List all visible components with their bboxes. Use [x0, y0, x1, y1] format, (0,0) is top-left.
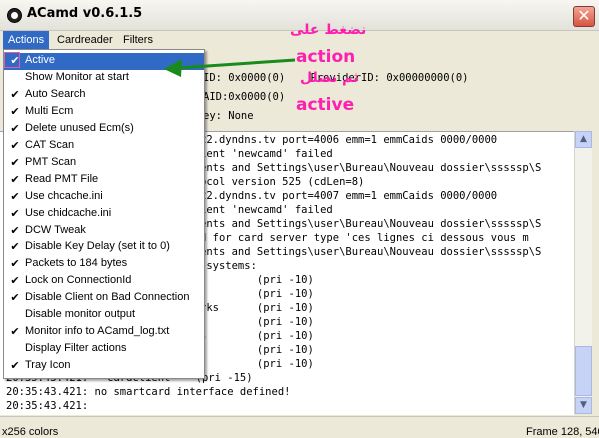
log-line: ents and Settings\user\Bureau\Nouveau do…: [200, 162, 542, 174]
actions-menu-item[interactable]: ✔ Tray Icon: [4, 358, 204, 375]
log-line: (pri -10): [200, 358, 314, 370]
checkmark-icon: ✔: [10, 207, 20, 220]
actions-menu-item[interactable]: ✔ Delete unused Ecm(s): [4, 121, 204, 138]
actions-menu-item-label: Use chcache.ini: [25, 189, 103, 202]
app-icon[interactable]: [7, 8, 22, 23]
annotation-line1: نضغط على: [290, 22, 367, 38]
log-line: (pri -10): [200, 274, 314, 286]
actions-menu-item-label: Disable monitor output: [25, 308, 136, 321]
scroll-thumb[interactable]: [575, 346, 592, 396]
actions-menu-item[interactable]: ✔ Packets to 184 bytes: [4, 256, 204, 273]
checkmark-icon: ✔: [10, 241, 20, 254]
actions-menu-item-label: CAT Scan: [25, 138, 75, 151]
status-frame: Frame 128, 540: [526, 426, 599, 438]
actions-menu-item[interactable]: ✔ Use chidcache.ini: [4, 206, 204, 223]
actions-dropdown: ✔ Active Show Monitor at start ✔ Auto Search…: [3, 49, 205, 379]
close-button[interactable]: ✕: [573, 6, 595, 27]
actions-menu-item-label: Multi Ecm: [25, 104, 74, 117]
actions-menu-item[interactable]: ✔ Disable Client on Bad Connection: [4, 290, 204, 307]
menu-cardreader[interactable]: Cardreader: [52, 31, 118, 49]
log-line: ents and Settings\user\Bureau\Nouveau do…: [200, 218, 542, 230]
annotation-arrow: [164, 58, 296, 77]
actions-menu-item[interactable]: ✔ Auto Search: [4, 87, 204, 104]
log-line: s (pri -10): [200, 330, 314, 342]
checkmark-icon: ✔: [10, 88, 20, 101]
menu-filters[interactable]: Filters: [118, 31, 158, 49]
actions-menu-item-label: DCW Tweak: [25, 223, 86, 236]
actions-menu-item-label: Packets to 184 bytes: [25, 257, 128, 270]
actions-menu-item-label: Delete unused Ecm(s): [25, 121, 134, 134]
actions-menu-item-label: Display Filter actions: [25, 342, 127, 355]
actions-menu-item[interactable]: ✔ PMT Scan: [4, 155, 204, 172]
status-bar: x256 colors Frame 128, 540: [0, 416, 599, 438]
actions-menu-item-label: Show Monitor at start: [25, 70, 129, 83]
actions-menu-item[interactable]: ✔ Use chcache.ini: [4, 189, 204, 206]
checkmark-icon: ✔: [10, 156, 20, 169]
log-line: rks (pri -10): [200, 302, 314, 314]
actions-menu-item-label: Auto Search: [25, 87, 86, 100]
log-line: (pri -10): [200, 344, 314, 356]
actions-menu-item[interactable]: ✔ CAT Scan: [4, 138, 204, 155]
checkmark-icon: ✔: [10, 275, 20, 288]
menu-actions[interactable]: Actions: [3, 31, 50, 49]
log-line: (pri -10): [200, 288, 314, 300]
checkmark-icon: ✔: [10, 292, 20, 305]
actions-menu-item-label: Disable Client on Bad Connection: [25, 291, 190, 304]
log-line: d for card server type 'ces lignes ci de…: [200, 232, 529, 244]
actions-menu-item[interactable]: Display Filter actions: [4, 341, 204, 358]
checkmark-icon: ✔: [10, 190, 20, 203]
log-line: ents and Settings\user\Bureau\Nouveau do…: [200, 246, 542, 258]
checkmark-icon: ✔: [10, 224, 20, 237]
log-line: (pri -10): [200, 316, 314, 328]
scroll-up-button[interactable]: ▲: [575, 131, 592, 148]
log-line: ient 'newcamd' failed: [200, 148, 333, 160]
actions-menu-item[interactable]: ✔ Multi Ecm: [4, 104, 204, 121]
checkmark-icon: ✔: [10, 258, 20, 271]
log-scrollbar[interactable]: ▲ ▼: [574, 131, 592, 414]
annotation-line3: ثم نضلل: [300, 70, 359, 86]
actions-menu-item[interactable]: ✔ DCW Tweak: [4, 223, 204, 240]
log-line: 20:35:43.421: no smartcard interface def…: [6, 386, 291, 398]
log-line: ient 'newcamd' failed: [200, 204, 333, 216]
window-title: ACamd v0.6.1.5: [27, 6, 143, 21]
actions-menu-item-label: Tray Icon: [25, 359, 71, 372]
checkmark-icon: ✔: [10, 122, 20, 135]
actions-menu-item-label: Active: [25, 54, 55, 66]
log-line: 20:35:43.421:: [6, 400, 89, 412]
annotation-line4: active: [296, 95, 355, 115]
actions-menu-item[interactable]: ✔ Disable Key Delay (set it to 0): [4, 239, 204, 256]
checkmark-icon: ✔: [10, 139, 20, 152]
log-line: systems:: [200, 260, 257, 272]
checkmark-icon: ✔: [10, 326, 20, 339]
highlight-box: [4, 52, 20, 68]
actions-menu-item-label: Read PMT File: [25, 172, 99, 185]
actions-menu-item-label: Use chidcache.ini: [25, 206, 112, 219]
actions-menu-item-label: Monitor info to ACamd_log.txt: [25, 325, 170, 338]
actions-menu-item-label: PMT Scan: [25, 155, 77, 168]
actions-menu-item[interactable]: Disable monitor output: [4, 307, 204, 324]
log-line: ocol version 525 (cdLen=8): [200, 176, 365, 188]
log-line: 22.dyndns.tv port=4006 emm=1 emmCaids 00…: [200, 134, 498, 146]
actions-menu-item-label: Disable Key Delay (set it to 0): [25, 240, 170, 253]
actions-menu-item[interactable]: ✔ Lock on ConnectionId: [4, 273, 204, 290]
actions-menu-item-label: Lock on ConnectionId: [25, 274, 132, 287]
status-colors: x256 colors: [2, 426, 59, 438]
header-line: AID:0x0000(0): [203, 91, 286, 103]
log-line: 22.dyndns.tv port=4007 emm=1 emmCaids 00…: [200, 190, 498, 202]
actions-menu-item[interactable]: ✔ Read PMT File: [4, 172, 204, 189]
checkmark-icon: ✔: [10, 105, 20, 118]
checkmark-icon: ✔: [10, 360, 20, 373]
checkmark-icon: ✔: [10, 173, 20, 186]
actions-menu-item[interactable]: ✔ Monitor info to ACamd_log.txt: [4, 324, 204, 341]
header-line: ey: None: [203, 110, 254, 122]
annotation-line2: action: [296, 47, 356, 67]
scroll-down-button[interactable]: ▼: [575, 397, 592, 414]
